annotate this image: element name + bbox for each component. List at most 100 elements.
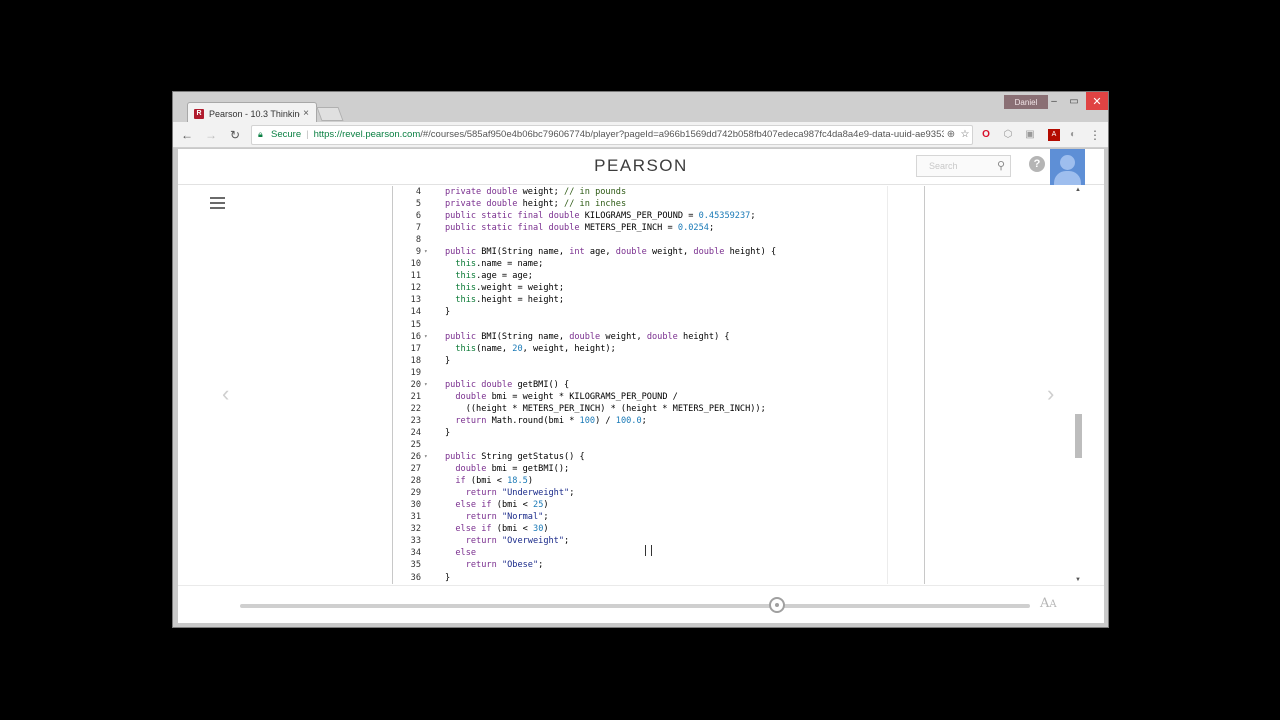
- code-text: public String getStatus() {: [445, 452, 585, 463]
- avatar-head: [1060, 155, 1075, 170]
- avatar-body: [1054, 171, 1081, 185]
- fold-toggle-icon[interactable]: ▾: [424, 331, 432, 343]
- line-number: 19: [410, 367, 421, 378]
- tab-title: Pearson - 10.3 Thinking: [209, 108, 300, 119]
- address-bar[interactable]: 🔒︎ Secure | https://revel.pearson.com/#/…: [251, 124, 973, 145]
- scrollbar[interactable]: ▲ ▼: [1074, 186, 1084, 584]
- line-number: 10: [410, 259, 421, 270]
- code-line: 12 this.weight = weight;: [393, 282, 913, 294]
- line-number: 23: [410, 415, 421, 426]
- code-line: 14}: [393, 306, 913, 318]
- code-text: public BMI(String name, int age, double …: [445, 247, 777, 258]
- fold-toggle-icon[interactable]: ▾: [424, 246, 432, 258]
- code-line: 6 public static final double KILOGRAMS_PE…: [393, 210, 913, 222]
- code-line: 5 private double height; // in inches: [393, 198, 913, 210]
- tab-close-icon[interactable]: ×: [300, 108, 312, 119]
- menu-bar: [210, 207, 225, 209]
- code-text: }: [445, 307, 451, 318]
- code-text: if (bmi < 18.5): [455, 476, 534, 487]
- line-number: 12: [410, 283, 421, 294]
- line-number: 9: [415, 247, 421, 258]
- extension-shield-icon[interactable]: ⬡: [999, 126, 1017, 144]
- next-page-icon[interactable]: ›: [1047, 381, 1054, 407]
- line-number: 4: [415, 187, 421, 197]
- extension-off-icon[interactable]: ◐: [1064, 126, 1082, 144]
- line-number: 18: [410, 355, 421, 366]
- code-line: 17 this(name, 20, weight, height);: [393, 343, 913, 355]
- code-text: }: [445, 572, 451, 583]
- progress-slider-handle[interactable]: [769, 597, 786, 613]
- opera-extension-icon[interactable]: O: [977, 126, 995, 144]
- code-text: else: [455, 548, 477, 559]
- code-text: private double height; // in inches: [445, 199, 627, 210]
- line-number: 8: [415, 235, 421, 246]
- reader-footer: AA: [178, 585, 1104, 623]
- browser-menu-icon[interactable]: ⋮: [1086, 126, 1104, 144]
- line-number: 11: [410, 271, 421, 282]
- title-bar: R Pearson - 10.3 Thinking × Daniel – ▭ ✕: [173, 92, 1108, 124]
- fold-toggle-icon[interactable]: ▾: [424, 379, 432, 391]
- code-line: 21 double bmi = weight * KILOGRAMS_PER_P…: [393, 391, 913, 403]
- url-path: /#/courses/585af950e4b06bc79606774b/play…: [420, 129, 944, 140]
- code-line: 13 this.height = height;: [393, 294, 913, 306]
- progress-slider-track[interactable]: [240, 604, 1030, 608]
- fold-toggle-icon[interactable]: ▾: [424, 451, 432, 463]
- code-listing: 4 private double weight; // in pounds 5 pri…: [392, 186, 925, 584]
- revel-favicon-icon: R: [194, 108, 204, 119]
- search-icon[interactable]: ⚲: [997, 159, 1005, 172]
- scrollbar-thumb[interactable]: [1075, 414, 1082, 458]
- browser-tab[interactable]: R Pearson - 10.3 Thinking ×: [187, 102, 317, 124]
- code-line: 9 ▾ public BMI(String name, int age, doubl…: [393, 246, 913, 258]
- line-number: 36: [410, 572, 421, 583]
- font-size-big: A: [1040, 596, 1050, 611]
- code-line: 19: [393, 367, 913, 379]
- help-icon[interactable]: ?: [1029, 156, 1045, 172]
- close-window-icon[interactable]: ✕: [1086, 92, 1108, 110]
- menu-bar: [210, 202, 225, 204]
- new-tab-button[interactable]: [316, 107, 344, 121]
- hamburger-menu-icon[interactable]: [210, 197, 225, 209]
- code-line: 25: [393, 439, 913, 451]
- scroll-up-icon[interactable]: ▲: [1075, 187, 1081, 193]
- code-text: public double getBMI() {: [445, 379, 570, 390]
- extension-square-icon[interactable]: ▣: [1021, 126, 1039, 144]
- browser-window: R Pearson - 10.3 Thinking × Daniel – ▭ ✕…: [172, 91, 1109, 628]
- pdf-extension-icon[interactable]: A: [1048, 128, 1060, 141]
- code-line: 34 else: [393, 547, 913, 559]
- line-number: 35: [410, 560, 421, 571]
- line-number: 7: [415, 223, 421, 234]
- reload-icon[interactable]: ↻: [225, 125, 245, 145]
- code-line: 28 if (bmi < 18.5): [393, 475, 913, 487]
- site-header: PEARSON Search ⚲ ?: [178, 149, 1104, 185]
- code-text: }: [445, 427, 451, 438]
- previous-page-icon[interactable]: ‹: [222, 381, 229, 407]
- line-number: 5: [415, 199, 421, 210]
- menu-bar: [210, 197, 225, 199]
- line-number: 34: [410, 548, 421, 559]
- line-number: 30: [410, 500, 421, 511]
- code-line: 26 ▾ public String getStatus() {: [393, 451, 913, 463]
- bookmark-star-icon[interactable]: ☆: [958, 129, 972, 140]
- avatar[interactable]: [1050, 149, 1085, 185]
- forward-icon[interactable]: →: [201, 125, 221, 145]
- line-number: 33: [410, 536, 421, 547]
- code-line: 11 this.age = age;: [393, 270, 913, 282]
- code-line: 31 return "Normal";: [393, 511, 913, 523]
- code-text: double bmi = getBMI();: [455, 464, 570, 475]
- font-size-icon[interactable]: AA: [1040, 596, 1057, 611]
- scroll-down-icon[interactable]: ▼: [1075, 577, 1081, 583]
- code-text: ((height * METERS_PER_INCH) * (height * …: [445, 403, 766, 414]
- code-text: this.height = height;: [455, 295, 565, 306]
- url-text[interactable]: https://revel.pearson.com/#/courses/585a…: [314, 129, 944, 140]
- font-size-small: A: [1049, 599, 1057, 610]
- line-number: 13: [410, 295, 421, 306]
- code-text: else if (bmi < 30): [455, 524, 549, 535]
- search-input[interactable]: Search ⚲: [916, 155, 1011, 177]
- line-number: 25: [410, 439, 421, 450]
- zoom-icon[interactable]: ⊕: [944, 129, 958, 140]
- back-icon[interactable]: ←: [177, 125, 197, 145]
- code-text: this.name = name;: [455, 259, 544, 270]
- browser-toolbar: ← → ↻ 🔒︎ Secure | https://revel.pearson.…: [173, 122, 1108, 148]
- code-line: 16 ▾ public BMI(String name, double weight…: [393, 331, 913, 343]
- maximize-icon[interactable]: ▭: [1062, 92, 1086, 110]
